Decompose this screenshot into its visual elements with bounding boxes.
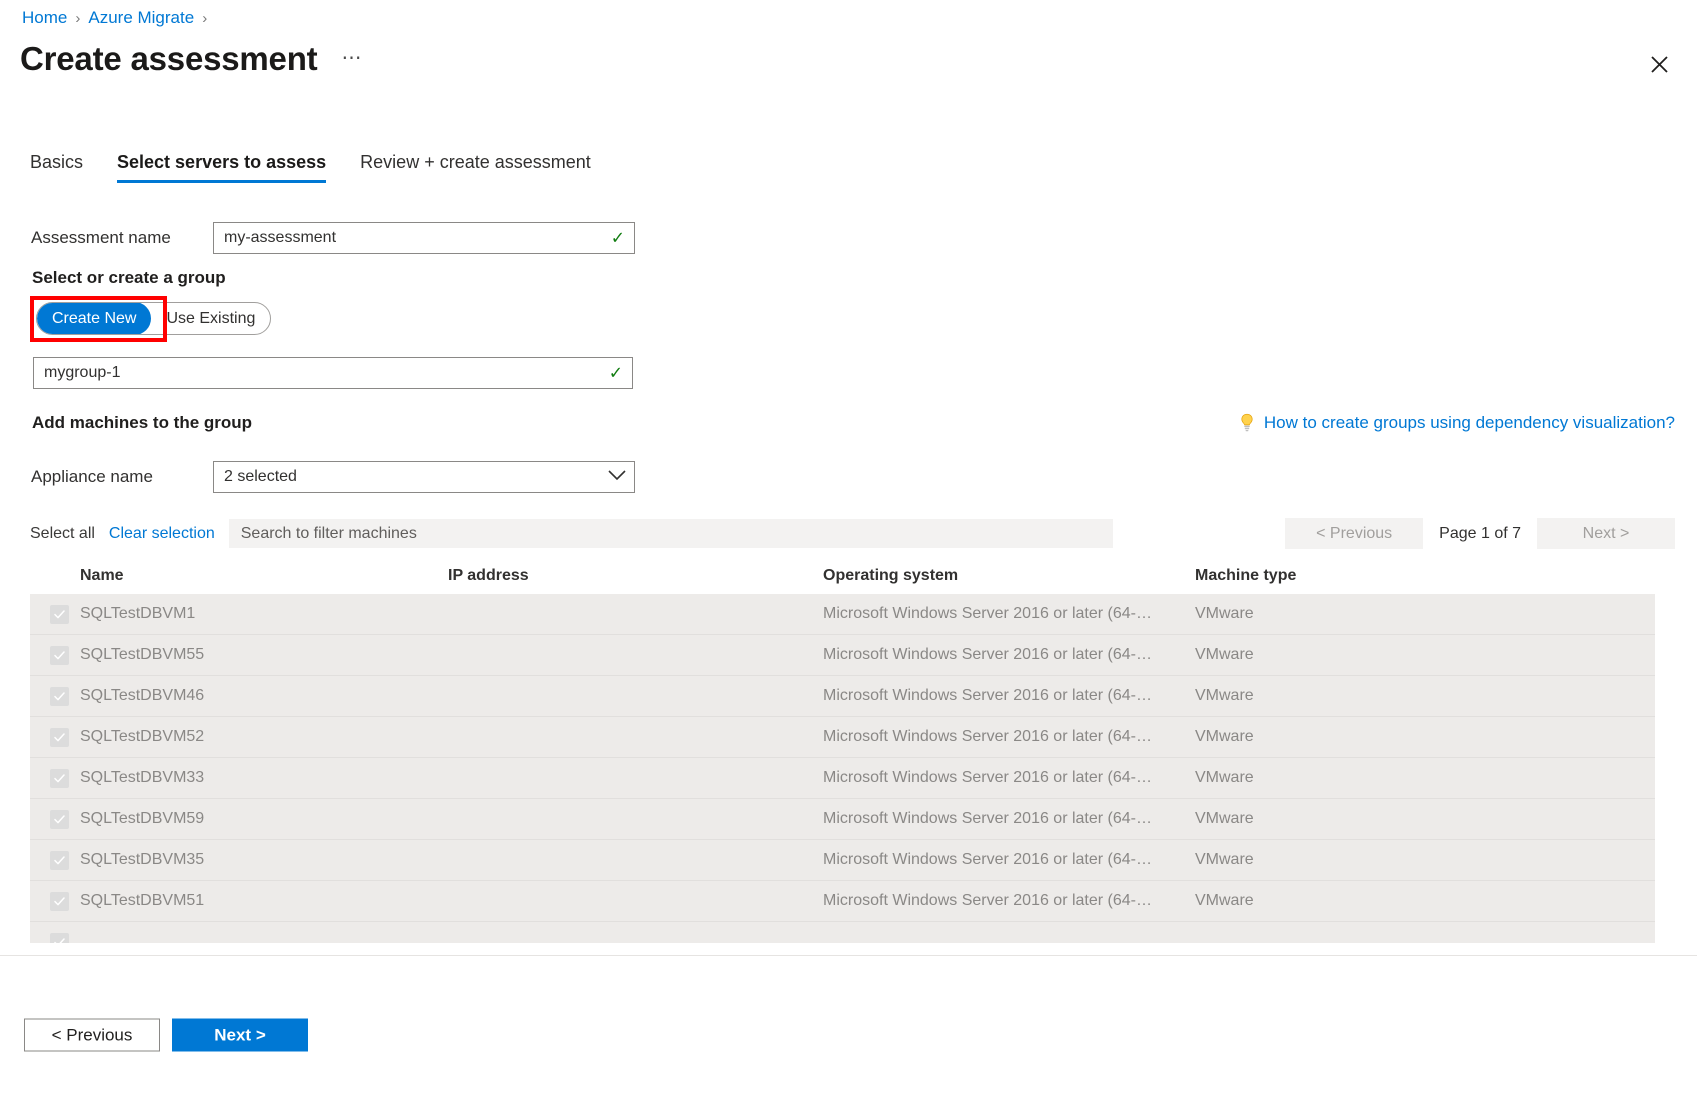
- wizard-footer: < Previous Next >: [24, 1019, 308, 1052]
- cell-operating-system: Microsoft Windows Server 2016 or later (…: [823, 769, 1195, 787]
- breadcrumb-separator-icon: ›: [202, 10, 207, 27]
- more-options-icon[interactable]: ⋯: [337, 48, 367, 68]
- breadcrumb-item-azure-migrate[interactable]: Azure Migrate: [88, 8, 194, 28]
- footer-previous-button[interactable]: < Previous: [24, 1019, 160, 1052]
- footer-divider: [0, 955, 1697, 956]
- tab-basics[interactable]: Basics: [30, 152, 83, 183]
- group-name-input[interactable]: [34, 358, 632, 388]
- appliance-name-value: 2 selected: [224, 468, 297, 486]
- cell-operating-system: Microsoft Windows Server 2016 or later (…: [823, 851, 1195, 869]
- toggle-create-new[interactable]: Create New: [37, 302, 151, 335]
- cell-machine-type: VMware: [1195, 769, 1655, 787]
- appliance-name-row: Appliance name 2 selected: [31, 461, 635, 493]
- table-row[interactable]: SQLTestDBVM46 Microsoft Windows Server 20…: [30, 676, 1655, 717]
- table-row[interactable]: SQLTestDBVM52 Microsoft Windows Server 20…: [30, 717, 1655, 758]
- cell-machine-type: VMware: [1195, 810, 1655, 828]
- cell-machine-type: VMware: [1195, 646, 1655, 664]
- column-header-operating-system[interactable]: Operating system: [823, 567, 1195, 585]
- group-name-field[interactable]: ✓: [33, 357, 633, 389]
- breadcrumb-separator-icon: ›: [75, 10, 80, 27]
- row-checkbox[interactable]: [50, 933, 69, 944]
- row-checkbox[interactable]: [50, 646, 69, 665]
- assessment-name-input[interactable]: [214, 223, 634, 253]
- cell-operating-system: Microsoft Windows Server 2016 or later (…: [823, 810, 1195, 828]
- table-header-row: Name IP address Operating system Machine…: [30, 558, 1655, 594]
- row-checkbox[interactable]: [50, 728, 69, 747]
- footer-next-button[interactable]: Next >: [172, 1019, 308, 1052]
- breadcrumb: Home › Azure Migrate ›: [22, 8, 207, 28]
- cell-machine-type: VMware: [1195, 728, 1655, 746]
- table-row[interactable]: [30, 922, 1655, 943]
- cell-name: SQLTestDBVM33: [80, 769, 448, 787]
- table-body: SQLTestDBVM1 Microsoft Windows Server 201…: [30, 594, 1655, 943]
- group-name-row: ✓: [33, 357, 633, 389]
- chevron-down-icon: [608, 468, 626, 486]
- cell-name: SQLTestDBVM46: [80, 687, 448, 705]
- close-icon[interactable]: [1643, 48, 1675, 80]
- cell-machine-type: VMware: [1195, 687, 1655, 705]
- wizard-tabs: Basics Select servers to assess Review +…: [30, 152, 591, 183]
- valid-check-icon: ✓: [609, 365, 623, 382]
- dependency-visualization-help-label: How to create groups using dependency vi…: [1264, 413, 1675, 433]
- pagination-page-label: Page 1 of 7: [1423, 525, 1537, 543]
- search-input[interactable]: [229, 519, 1113, 548]
- assessment-name-field[interactable]: ✓: [213, 222, 635, 254]
- lightbulb-icon: [1239, 413, 1255, 433]
- table-row[interactable]: SQLTestDBVM35 Microsoft Windows Server 20…: [30, 840, 1655, 881]
- pagination-next-button[interactable]: Next >: [1537, 518, 1675, 549]
- group-mode-toggle: Create New Use Existing: [36, 302, 271, 335]
- dependency-visualization-help-link[interactable]: How to create groups using dependency vi…: [1239, 413, 1675, 433]
- row-checkbox[interactable]: [50, 605, 69, 624]
- table-row[interactable]: SQLTestDBVM1 Microsoft Windows Server 201…: [30, 594, 1655, 635]
- select-or-create-group-heading: Select or create a group: [32, 268, 226, 288]
- clear-selection-button[interactable]: Clear selection: [109, 525, 215, 543]
- cell-operating-system: Microsoft Windows Server 2016 or later (…: [823, 605, 1195, 623]
- create-assessment-blade: Home › Azure Migrate › Create assessment…: [0, 0, 1697, 1093]
- cell-machine-type: VMware: [1195, 892, 1655, 910]
- title-row: Create assessment ⋯: [20, 40, 367, 78]
- cell-machine-type: VMware: [1195, 605, 1655, 623]
- cell-name: SQLTestDBVM35: [80, 851, 448, 869]
- machines-toolbar: Select all Clear selection: [30, 519, 1113, 548]
- column-header-ip-address[interactable]: IP address: [448, 567, 823, 585]
- row-checkbox[interactable]: [50, 687, 69, 706]
- assessment-name-label: Assessment name: [31, 228, 213, 248]
- table-row[interactable]: SQLTestDBVM55 Microsoft Windows Server 20…: [30, 635, 1655, 676]
- select-all-button[interactable]: Select all: [30, 525, 95, 543]
- breadcrumb-item-home[interactable]: Home: [22, 8, 67, 28]
- pagination: < Previous Page 1 of 7 Next >: [1285, 518, 1675, 549]
- page-title: Create assessment: [20, 40, 317, 78]
- row-checkbox[interactable]: [50, 810, 69, 829]
- add-machines-heading: Add machines to the group: [32, 413, 252, 433]
- tab-select-servers-to-assess[interactable]: Select servers to assess: [117, 152, 326, 183]
- appliance-name-dropdown[interactable]: 2 selected: [213, 461, 635, 493]
- column-header-machine-type[interactable]: Machine type: [1195, 567, 1655, 585]
- appliance-name-label: Appliance name: [31, 467, 213, 487]
- machines-table: Name IP address Operating system Machine…: [30, 558, 1655, 943]
- row-checkbox[interactable]: [50, 769, 69, 788]
- row-checkbox[interactable]: [50, 851, 69, 870]
- tab-review-create-assessment[interactable]: Review + create assessment: [360, 152, 591, 183]
- cell-operating-system: Microsoft Windows Server 2016 or later (…: [823, 646, 1195, 664]
- table-row[interactable]: SQLTestDBVM51 Microsoft Windows Server 20…: [30, 881, 1655, 922]
- cell-machine-type: VMware: [1195, 851, 1655, 869]
- cell-name: SQLTestDBVM1: [80, 605, 448, 623]
- valid-check-icon: ✓: [611, 230, 625, 247]
- cell-name: SQLTestDBVM51: [80, 892, 448, 910]
- table-row[interactable]: SQLTestDBVM33 Microsoft Windows Server 20…: [30, 758, 1655, 799]
- cell-operating-system: Microsoft Windows Server 2016 or later (…: [823, 892, 1195, 910]
- pagination-previous-button[interactable]: < Previous: [1285, 518, 1423, 549]
- cell-name: SQLTestDBVM52: [80, 728, 448, 746]
- cell-name: SQLTestDBVM55: [80, 646, 448, 664]
- cell-operating-system: Microsoft Windows Server 2016 or later (…: [823, 728, 1195, 746]
- cell-operating-system: Microsoft Windows Server 2016 or later (…: [823, 687, 1195, 705]
- table-row[interactable]: SQLTestDBVM59 Microsoft Windows Server 20…: [30, 799, 1655, 840]
- cell-name: SQLTestDBVM59: [80, 810, 448, 828]
- row-checkbox[interactable]: [50, 892, 69, 911]
- column-header-name[interactable]: Name: [80, 567, 448, 585]
- toggle-use-existing[interactable]: Use Existing: [151, 302, 270, 335]
- assessment-name-row: Assessment name ✓: [31, 222, 635, 254]
